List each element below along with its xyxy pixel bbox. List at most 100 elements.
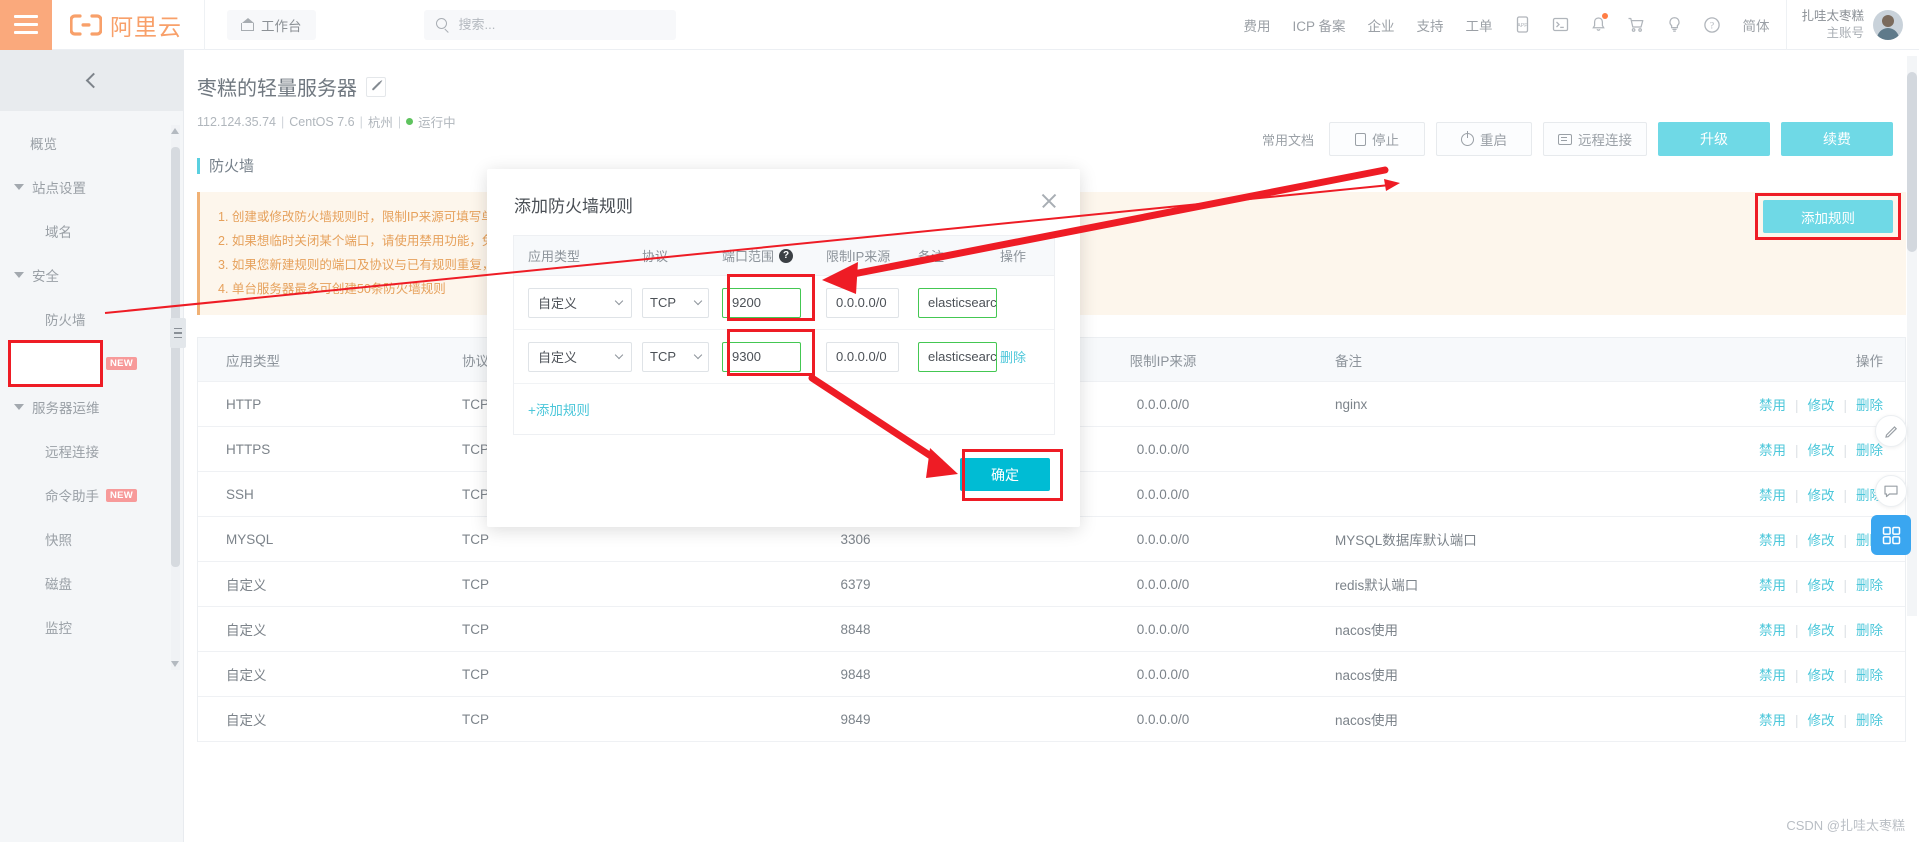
sidebar-item-disk[interactable]: 磁盘 [0, 561, 183, 605]
disable-link[interactable]: 禁用 [1759, 623, 1786, 638]
nav-icp[interactable]: ICP 备案 [1281, 0, 1356, 50]
sidebar-item-overview[interactable]: 概览 [0, 121, 183, 165]
sidebar-scrollbar[interactable] [171, 125, 180, 670]
protocol-select[interactable]: TCP [642, 287, 709, 318]
bulb-icon[interactable] [1655, 0, 1693, 50]
row-delete-link[interactable]: 删除 [1000, 350, 1026, 365]
disable-link[interactable]: 禁用 [1759, 713, 1786, 728]
help-icon[interactable]: ? [1693, 0, 1731, 50]
user-account-menu[interactable]: 扎哇太枣糕 主账号 [1786, 0, 1919, 50]
cart-icon[interactable] [1617, 0, 1655, 50]
sidebar-item-label: 安全防护 [45, 357, 99, 372]
question-icon[interactable]: ? [779, 248, 794, 263]
chevron-down-icon [614, 296, 624, 306]
sidebar-item-snapshot[interactable]: 快照 [0, 517, 183, 561]
port-input[interactable]: 9300 [722, 341, 801, 372]
nav-support[interactable]: 支持 [1405, 0, 1454, 50]
sidebar-item-security-protection[interactable]: 安全防护 NEW [0, 341, 183, 385]
modify-link[interactable]: 修改 [1807, 623, 1834, 638]
search-box[interactable] [423, 9, 676, 40]
nav-enterprise[interactable]: 企业 [1356, 0, 1405, 50]
page-title: 枣糕的轻量服务器 [197, 78, 357, 100]
ip-source-input[interactable]: 0.0.0.0/0 [826, 287, 899, 318]
close-icon[interactable] [1040, 192, 1058, 210]
sidebar-item-firewall[interactable]: 防火墙 [0, 297, 183, 341]
modify-link[interactable]: 修改 [1807, 443, 1834, 458]
stop-button[interactable]: 停止 [1329, 122, 1425, 156]
avatar[interactable] [1873, 9, 1903, 40]
cell-app: 自定义 [226, 578, 267, 593]
menu-icon[interactable] [0, 0, 52, 50]
disable-link[interactable]: 禁用 [1759, 443, 1786, 458]
sidebar-item-site-settings[interactable]: 站点设置 [0, 165, 183, 209]
cell-ip: 0.0.0.0/0 [1136, 576, 1190, 592]
common-docs-link[interactable]: 常用文档 [1262, 130, 1314, 149]
sidebar-item-security[interactable]: 安全 [0, 253, 183, 297]
confirm-button[interactable]: 确定 [960, 458, 1050, 491]
nav-ticket[interactable]: 工单 [1454, 0, 1503, 50]
app-type-select[interactable]: 自定义 [528, 341, 632, 372]
sidebar-item-domain[interactable]: 域名 [0, 209, 183, 253]
disable-link[interactable]: 禁用 [1759, 578, 1786, 593]
nav-fees[interactable]: 费用 [1232, 0, 1281, 50]
sidebar-item-label: 防火墙 [45, 313, 86, 328]
sidebar-item-server-ops[interactable]: 服务器运维 [0, 385, 183, 429]
action-separator: | [1843, 398, 1847, 413]
modify-link[interactable]: 修改 [1807, 713, 1834, 728]
dialog-cell-protocol: TCP [636, 287, 716, 318]
chat-icon[interactable] [1875, 475, 1907, 507]
modify-link[interactable]: 修改 [1807, 488, 1834, 503]
disable-link[interactable]: 禁用 [1759, 533, 1786, 548]
sidebar-item-remote-connect[interactable]: 远程连接 [0, 429, 183, 473]
modify-link[interactable]: 修改 [1807, 668, 1834, 683]
port-input[interactable]: 9200 [722, 287, 801, 318]
sidebar-item-command-assistant[interactable]: 命令助手 NEW [0, 473, 183, 517]
disable-link[interactable]: 禁用 [1759, 488, 1786, 503]
action-separator: | [1794, 623, 1799, 638]
language-switch[interactable]: 简体 [1731, 0, 1780, 50]
confirm-label: 确定 [991, 466, 1019, 483]
restart-button[interactable]: 重启 [1436, 122, 1532, 156]
cell-port: 8848 [840, 621, 871, 637]
app-icon[interactable]: APP [1503, 0, 1541, 50]
sidebar-collapse-button[interactable] [0, 50, 183, 111]
modify-link[interactable]: 修改 [1807, 578, 1834, 593]
caret-down-icon [14, 184, 24, 190]
pencil-icon[interactable] [366, 76, 386, 97]
ip-source-input[interactable]: 0.0.0.0/0 [826, 341, 899, 372]
terminal-icon[interactable] [1541, 0, 1579, 50]
sidebar-resize-handle[interactable] [170, 318, 186, 348]
workbench-label: 工作台 [261, 18, 302, 34]
note-input[interactable]: elasticsearc [918, 341, 997, 372]
dialog-col-note: 备注 [918, 249, 945, 264]
cell-protocol: TCP [462, 576, 489, 592]
scrollbar-thumb[interactable] [171, 147, 180, 567]
note-input[interactable]: elasticsearc [918, 287, 997, 318]
upgrade-button[interactable]: 升级 [1658, 122, 1770, 156]
apps-grid-icon[interactable] [1871, 515, 1911, 555]
modify-link[interactable]: 修改 [1807, 398, 1834, 413]
new-badge: NEW [106, 356, 138, 370]
scroll-down-icon[interactable] [171, 661, 179, 667]
sidebar-item-label: 磁盘 [45, 577, 72, 592]
app-type-select[interactable]: 自定义 [528, 287, 632, 318]
add-rule-row-link[interactable]: +添加规则 [528, 399, 590, 419]
scroll-up-icon[interactable] [171, 128, 179, 134]
disable-link[interactable]: 禁用 [1759, 668, 1786, 683]
protocol-select[interactable]: TCP [642, 341, 709, 372]
search-icon [435, 18, 449, 31]
brand-logo[interactable]: 阿里云 [52, 0, 205, 50]
server-status: 运行中 [418, 116, 456, 130]
sidebar-item-monitor[interactable]: 监控 [0, 605, 183, 649]
disable-link[interactable]: 禁用 [1759, 398, 1786, 413]
action-separator: | [1843, 623, 1847, 638]
dialog-col-port-label: 端口范围 [722, 249, 775, 264]
workbench-button[interactable]: 工作台 [227, 9, 316, 40]
search-input[interactable] [456, 16, 664, 33]
action-separator: | [1794, 533, 1799, 548]
feedback-pencil-icon[interactable] [1875, 415, 1907, 447]
remote-connect-button[interactable]: 远程连接 [1543, 122, 1647, 156]
modify-link[interactable]: 修改 [1807, 533, 1834, 548]
bell-icon[interactable] [1579, 0, 1617, 50]
scrollbar-thumb[interactable] [1907, 72, 1917, 252]
